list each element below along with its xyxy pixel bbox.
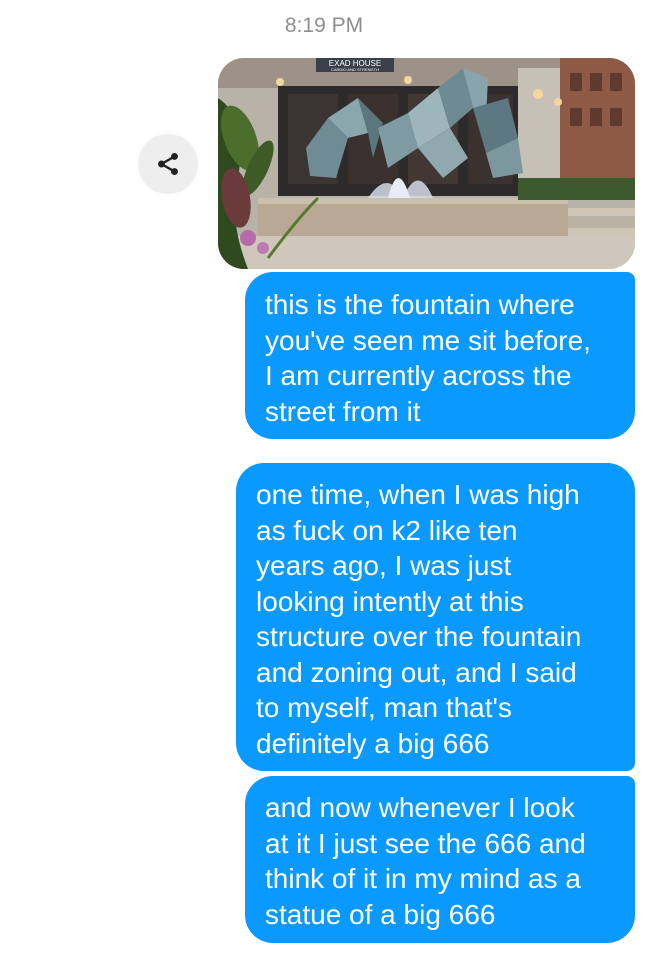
- message-bubble-3[interactable]: and now whenever I look at it I just see…: [245, 776, 635, 943]
- message-text-line: as fuck on k2 like ten: [256, 514, 518, 546]
- timestamp: 8:19 PM: [284, 14, 364, 37]
- share-button[interactable]: [138, 134, 198, 194]
- message-text-line: years ago, I was just: [256, 550, 512, 581]
- message-text-line: one time, when I was high: [256, 479, 580, 510]
- message-bubble-2[interactable]: one time, when I was high as fuck on k2 …: [236, 463, 635, 771]
- message-text-line: you've seen me sit before,: [265, 324, 591, 356]
- message-text-line: and now whenever I look: [265, 792, 575, 823]
- message-text-line: and zoning out, and I said: [256, 656, 577, 688]
- sign-subtitle: CARDIO AND STRENGTH: [331, 67, 379, 72]
- message-text-line: statue of a big 666: [265, 898, 496, 930]
- photo-attachment[interactable]: EXAD HOUSE CARDIO AND STRENGTH: [218, 58, 635, 269]
- message-text-line: this is the fountain where: [265, 289, 575, 320]
- message-text-line: looking intently at this: [256, 585, 524, 617]
- message-text-line: think of it in my mind as a: [265, 863, 581, 894]
- message-text-line: I am currently across the: [265, 360, 572, 391]
- message-text-line: street from it: [265, 395, 421, 427]
- message-text-line: at it I just see the 666 and: [265, 827, 586, 859]
- message-bubble-1[interactable]: this is the fountain where you've seen m…: [245, 272, 635, 439]
- message-text-line: to myself, man that's: [256, 692, 512, 723]
- share-icon: [158, 152, 178, 176]
- message-text-line: definitely a big 666: [256, 727, 490, 759]
- message-text-line: structure over the fountain: [256, 621, 582, 652]
